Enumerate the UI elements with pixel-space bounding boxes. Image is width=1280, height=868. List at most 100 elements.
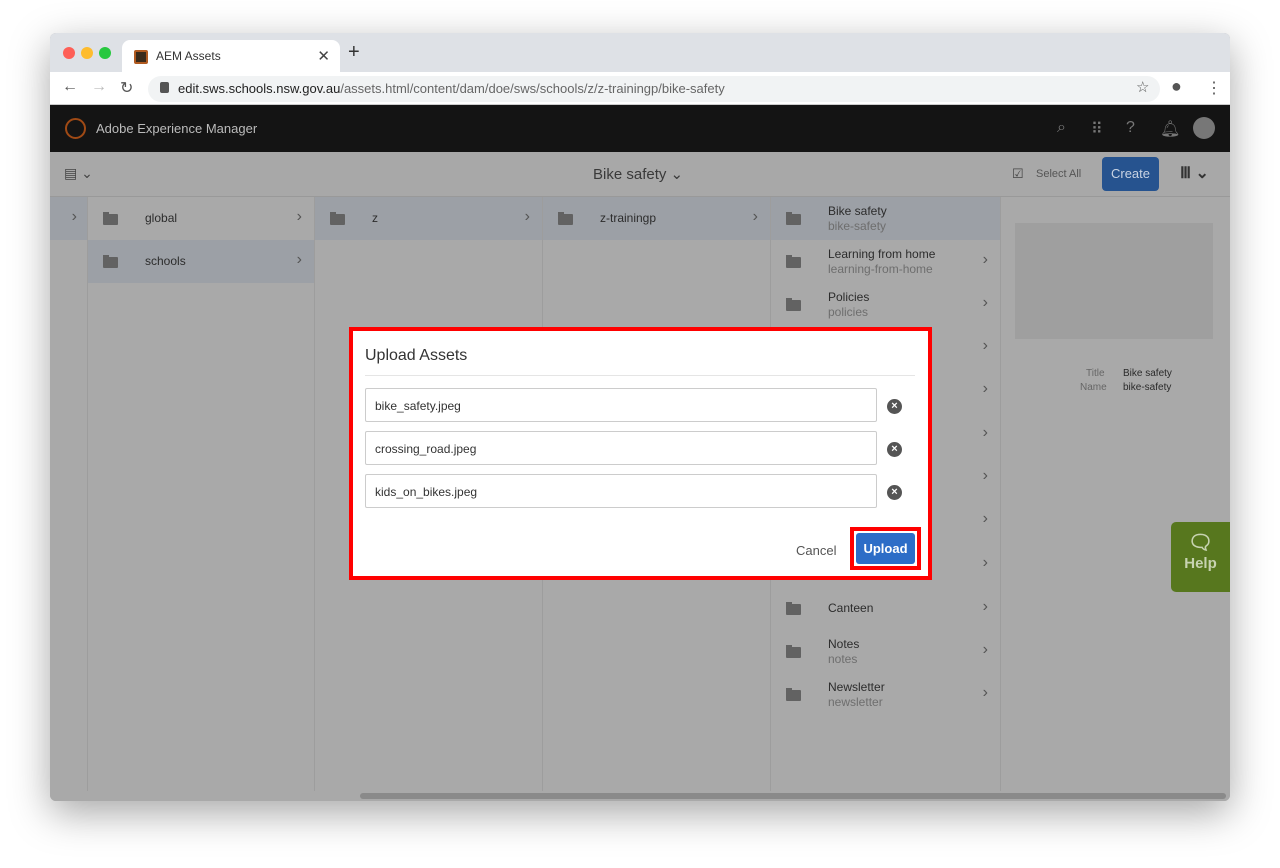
chevron-right-icon[interactable]: › [983,251,988,269]
meta-name-value: bike-safety [1123,382,1172,393]
view-switcher-icon[interactable]: Ⅲ ⌄ [1180,163,1209,183]
chevron-right-icon[interactable]: › [983,510,988,528]
aem-logo-icon[interactable] [65,118,86,139]
forward-icon[interactable]: → [91,78,107,96]
item-title: Bike safety [828,204,887,218]
menu-icon[interactable]: ⋮ [1206,78,1222,98]
tab-bar: AEM Assets ✕ + [50,33,1230,72]
item-name: notes [828,652,858,666]
chevron-right-icon[interactable]: › [753,208,758,226]
help-widget[interactable]: 🗨︎ Help [1171,522,1230,592]
chevron-right-icon[interactable]: › [983,598,988,616]
folder-icon [786,255,801,268]
chevron-right-icon[interactable]: › [983,467,988,485]
upload-button[interactable]: Upload [856,533,915,564]
list-item[interactable]: Newsletter newsletter › [771,673,1000,716]
scrollbar-thumb[interactable] [360,793,1226,799]
preview-thumbnail [1015,223,1213,339]
item-label: global [145,211,178,225]
list-item[interactable]: Policies policies › [771,283,1000,326]
remove-file-icon[interactable]: × [887,485,902,500]
chat-bubble-icon: 🗨︎ [1187,532,1214,554]
meta-title-value: Bike safety [1123,368,1172,379]
help-label: Help [1184,555,1217,572]
page-title[interactable]: Bike safety ⌄ [593,165,683,183]
list-item[interactable]: Learning from home learning-from-home › [771,240,1000,283]
chevron-right-icon[interactable]: › [983,684,988,702]
meta-title-label: Title [1086,368,1105,379]
list-item[interactable]: schools › [88,240,314,283]
close-tab-icon[interactable]: ✕ [317,47,330,65]
chevron-right-icon[interactable]: › [297,251,302,269]
profile-icon[interactable]: ● [1171,76,1182,97]
item-title: Learning from home [828,247,936,261]
new-tab-button[interactable]: + [348,41,360,64]
folder-icon [786,298,801,311]
help-icon[interactable]: ? [1126,119,1135,137]
column-1: global › schools › [88,197,315,791]
search-icon[interactable]: ⌕ [1057,119,1066,137]
dialog-title: Upload Assets [365,347,468,364]
item-label: schools [145,254,186,268]
list-item[interactable]: Notes notes › [771,630,1000,673]
select-all-checkbox-icon[interactable]: ☑ [1012,166,1024,182]
remove-file-icon[interactable]: × [887,442,902,457]
horizontal-scrollbar[interactable] [50,791,1230,801]
app-name: Adobe Experience Manager [96,121,258,136]
bookmark-star-icon[interactable]: ☆ [1136,78,1149,96]
browser-tab[interactable]: AEM Assets ✕ [122,40,340,72]
tab-title: AEM Assets [156,49,221,63]
item-name: policies [828,305,869,319]
column-rail: › [50,197,88,791]
list-item[interactable]: z-trainingp › [543,197,770,240]
chevron-right-icon[interactable]: › [983,554,988,572]
select-all-button[interactable]: Select All [1036,168,1081,180]
rail-toggle-icon[interactable]: ▤ ⌄ [64,165,93,182]
url-input[interactable]: edit.sws.schools.nsw.gov.au/assets.html/… [148,76,1160,102]
chevron-right-icon[interactable]: › [72,208,77,226]
cancel-button[interactable]: Cancel [796,543,836,558]
chevron-right-icon[interactable]: › [297,208,302,226]
folder-icon [786,645,801,658]
list-item[interactable]: z › [315,197,542,240]
divider [365,375,915,376]
chevron-right-icon[interactable]: › [525,208,530,226]
close-window-button[interactable] [63,47,75,59]
folder-icon [558,212,573,225]
item-title: Notes [828,637,860,651]
apps-grid-icon[interactable]: ⠿ [1091,119,1103,139]
file-name-input[interactable]: crossing_road.jpeg [365,431,877,465]
back-icon[interactable]: ← [62,78,78,96]
lock-icon [160,82,169,93]
list-item[interactable]: Bike safety bike-safety [771,197,1000,240]
page-title-text: Bike safety [593,166,667,183]
list-item[interactable]: Canteen › [771,587,1000,630]
chevron-right-icon[interactable]: › [983,424,988,442]
notifications-bell-icon[interactable]: 🔔︎ [1160,119,1180,139]
chevron-right-icon[interactable]: › [983,337,988,355]
meta-name-label: Name [1080,382,1107,393]
list-item[interactable]: global › [88,197,314,240]
chevron-right-icon[interactable]: › [983,641,988,659]
avatar[interactable] [1193,117,1215,139]
url-host: edit.sws.schools.nsw.gov.au [178,81,341,96]
item-name: learning-from-home [828,262,933,276]
minimize-window-button[interactable] [81,47,93,59]
url-path: /assets.html/content/dam/doe/sws/schools… [340,81,725,96]
remove-file-icon[interactable]: × [887,399,902,414]
item-label: z [372,211,378,225]
aem-header: Adobe Experience Manager ⌕ ⠿ ? 🔔︎ [50,105,1230,152]
item-title: Policies [828,290,870,304]
folder-icon [103,255,118,268]
chevron-right-icon[interactable]: › [983,294,988,312]
file-name-input[interactable]: bike_safety.jpeg [365,388,877,422]
reload-icon[interactable]: ↻ [120,78,133,98]
aem-favicon-icon [134,50,148,64]
file-name-input[interactable]: kids_on_bikes.jpeg [365,474,877,508]
chevron-right-icon[interactable]: › [983,380,988,398]
maximize-window-button[interactable] [99,47,111,59]
create-button[interactable]: Create [1102,157,1159,191]
folder-icon [103,212,118,225]
item-name: bike-safety [828,219,887,233]
upload-highlight: Upload [850,527,921,570]
